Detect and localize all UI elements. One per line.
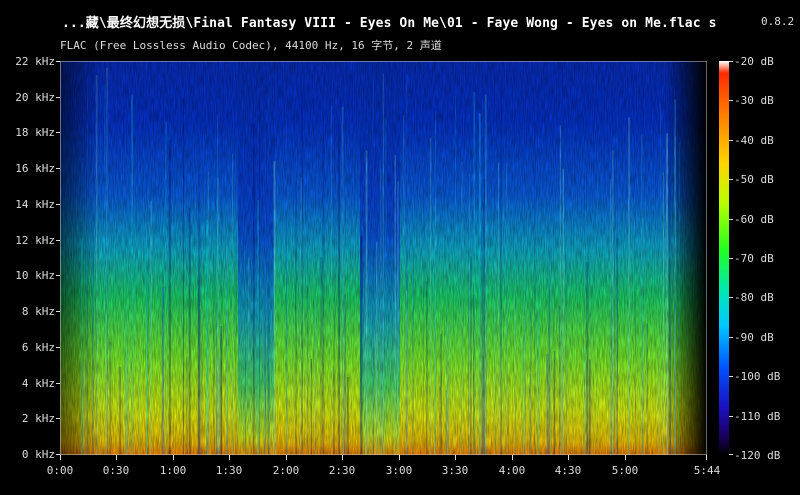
time-tick-label: 2:30 — [328, 464, 356, 477]
x-tick — [60, 455, 61, 460]
time-tick-label: 1:00 — [159, 464, 187, 477]
x-tick — [286, 455, 287, 460]
db-tick-label: -30 dB — [734, 94, 774, 107]
x-tick — [455, 455, 456, 460]
x-tick — [229, 455, 230, 460]
y-tick — [56, 311, 60, 312]
time-tick-label: 5:44 — [693, 464, 721, 477]
db-tick-label: -110 dB — [734, 410, 781, 423]
db-tick — [729, 258, 733, 259]
file-info: FLAC (Free Lossless Audio Codec), 44100 … — [60, 39, 442, 52]
y-tick — [56, 418, 60, 419]
frequency-tick-label: 18 kHz — [15, 126, 55, 139]
db-tick — [729, 337, 733, 338]
y-tick — [56, 132, 60, 133]
frequency-tick-label: 22 kHz — [15, 55, 55, 68]
file-path: ...藏\最终幻想无损\Final Fantasy VIII - Eyes On… — [62, 16, 701, 31]
db-tick-label: -40 dB — [734, 134, 774, 147]
frequency-tick-label: 14 kHz — [15, 198, 55, 211]
x-tick — [342, 455, 343, 460]
spectrogram-canvas — [60, 61, 707, 455]
time-tick-label: 0:30 — [102, 464, 130, 477]
y-tick — [56, 168, 60, 169]
frequency-tick-label: 8 kHz — [21, 305, 55, 318]
time-tick-label: 4:30 — [554, 464, 582, 477]
x-tick — [173, 455, 174, 460]
db-tick — [729, 416, 733, 417]
db-tick — [729, 297, 733, 298]
db-tick — [729, 376, 733, 377]
y-tick — [56, 275, 60, 276]
time-tick-label: 1:30 — [215, 464, 243, 477]
x-tick — [512, 455, 513, 460]
spectrogram[interactable] — [60, 61, 707, 455]
db-tick-label: -100 dB — [734, 370, 781, 383]
frequency-tick-label: 6 kHz — [21, 341, 55, 354]
y-tick — [56, 61, 60, 62]
x-tick — [116, 455, 117, 460]
time-tick-label: 2:00 — [272, 464, 300, 477]
x-tick — [625, 455, 626, 460]
x-tick — [706, 455, 707, 460]
db-tick-label: -20 dB — [734, 55, 774, 68]
db-tick — [729, 61, 733, 62]
y-tick — [56, 347, 60, 348]
frequency-tick-label: 0 kHz — [21, 448, 55, 461]
frequency-tick-label: 16 kHz — [15, 162, 55, 175]
db-tick-label: -60 dB — [734, 213, 774, 226]
db-tick-label: -120 dB — [734, 449, 781, 462]
x-tick — [568, 455, 569, 460]
frequency-tick-label: 12 kHz — [15, 234, 55, 247]
db-tick — [729, 179, 733, 180]
time-tick-label: 0:00 — [46, 464, 74, 477]
db-tick-label: -90 dB — [734, 331, 774, 344]
x-tick — [399, 455, 400, 460]
y-tick — [56, 204, 60, 205]
frequency-tick-label: 2 kHz — [21, 412, 55, 425]
db-tick-label: -50 dB — [734, 173, 774, 186]
db-tick — [729, 100, 733, 101]
frequency-tick-label: 4 kHz — [21, 377, 55, 390]
window-title: ...藏\最终幻想无损\Final Fantasy VIII - Eyes On… — [62, 12, 716, 31]
db-colorbar — [719, 61, 729, 455]
frequency-tick-label: 20 kHz — [15, 91, 55, 104]
db-tick-label: -70 dB — [734, 252, 774, 265]
app-name: spek — [708, 16, 716, 31]
y-tick — [56, 383, 60, 384]
db-tick — [729, 454, 733, 455]
y-tick — [56, 97, 60, 98]
time-tick-label: 5:00 — [611, 464, 639, 477]
time-tick-label: 4:00 — [498, 464, 526, 477]
db-tick — [729, 140, 733, 141]
time-tick-label: 3:00 — [385, 464, 413, 477]
y-tick — [56, 240, 60, 241]
frequency-tick-label: 10 kHz — [15, 269, 55, 282]
time-tick-label: 3:30 — [441, 464, 469, 477]
app-version: 0.8.2 — [761, 15, 795, 28]
db-tick — [729, 219, 733, 220]
db-tick-label: -80 dB — [734, 291, 774, 304]
